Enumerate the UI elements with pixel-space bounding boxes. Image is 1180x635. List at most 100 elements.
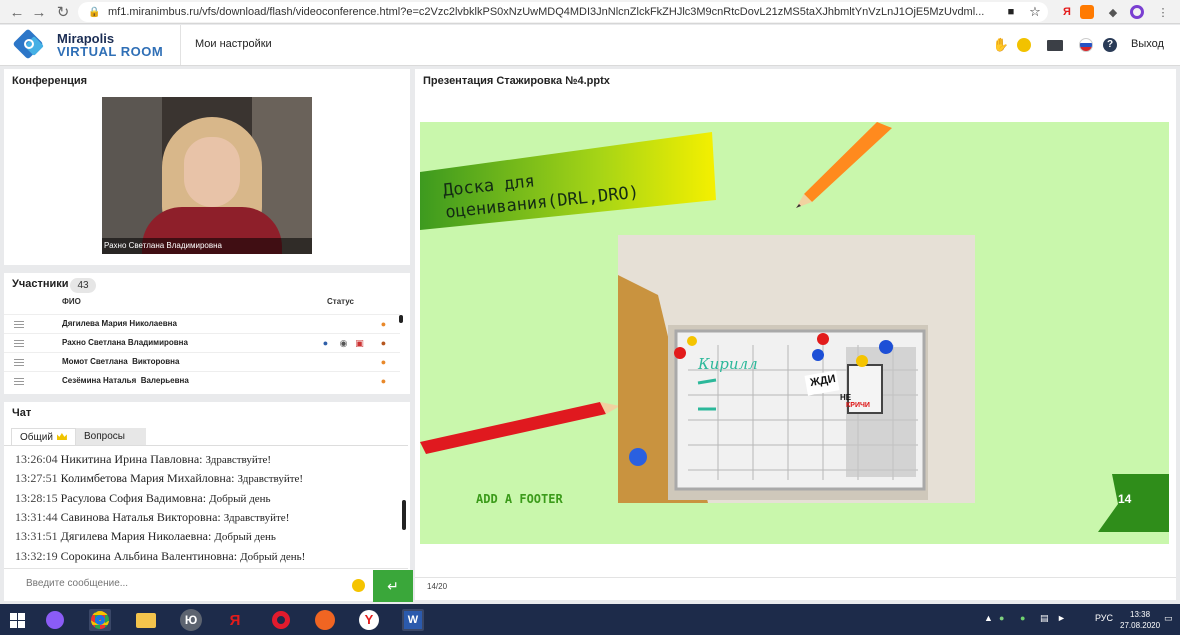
raise-hand-icon[interactable]: ✋ bbox=[992, 36, 1010, 54]
chat-message: 13:31:51 Дягилева Мария Николаевна: Добр… bbox=[15, 529, 276, 543]
chat-message: 13:31:44 Савинова Наталья Викторовна: Зд… bbox=[15, 510, 290, 524]
chat-message: 13:27:51 Колимбетова Мария Михайловна: З… bbox=[15, 471, 304, 485]
my-settings-link[interactable]: Мои настройки bbox=[195, 38, 272, 50]
tray-sync-icon[interactable]: ● bbox=[1020, 613, 1025, 623]
opera-icon[interactable] bbox=[270, 609, 292, 631]
exit-button[interactable]: Выход bbox=[1131, 38, 1164, 50]
pencil-orange-icon bbox=[796, 122, 892, 208]
drag-handle-icon[interactable] bbox=[14, 321, 24, 328]
participant-name: Момот Светлана Викторовна bbox=[62, 357, 180, 366]
participant-name: Рахно Светлана Владимировна bbox=[62, 338, 188, 347]
notifications-icon[interactable]: ▭ bbox=[1164, 613, 1173, 624]
tray-network-icon[interactable]: ▤ bbox=[1040, 613, 1049, 624]
emoji-picker-icon[interactable] bbox=[352, 579, 365, 592]
menu-icon[interactable]: ⋮ bbox=[1154, 3, 1172, 21]
crown-icon bbox=[56, 433, 67, 440]
tab-general-label: Общий bbox=[20, 432, 53, 443]
webcam-icon[interactable]: ◉ bbox=[338, 337, 349, 349]
clock-date: 27.08.2020 bbox=[1120, 621, 1161, 630]
chat-input-area: ↵ bbox=[4, 568, 413, 602]
column-header-name[interactable]: ФИО bbox=[62, 297, 81, 306]
participants-title: Участники bbox=[12, 278, 69, 290]
chrome-icon[interactable] bbox=[89, 609, 111, 631]
yandex-browser-icon[interactable]: Y bbox=[358, 609, 380, 631]
page-indicator: 14/20 bbox=[427, 582, 448, 591]
chat-panel: Чат Общий Вопросы 13:26:04 Никитина Ирин… bbox=[4, 402, 413, 602]
chat-title: Чат bbox=[12, 407, 32, 419]
presentation-title: Презентация Стажировка №4.pptx bbox=[423, 75, 610, 87]
column-header-status[interactable]: Статус bbox=[327, 297, 354, 306]
tray-app-icon[interactable]: ● bbox=[999, 613, 1004, 623]
star-icon[interactable]: ☆ bbox=[1026, 3, 1044, 21]
slide-number: 14 bbox=[1118, 492, 1132, 506]
participant-name: Сезёмина Наталья Валерьевна bbox=[62, 376, 189, 385]
tray-up-arrow-icon[interactable]: ▲ bbox=[984, 613, 993, 623]
word-icon[interactable]: W bbox=[402, 609, 424, 631]
chat-scrollbar[interactable] bbox=[402, 500, 406, 530]
participants-scrollbar[interactable] bbox=[399, 315, 403, 323]
send-button[interactable]: ↵ bbox=[373, 570, 413, 602]
presenter-avatar-icon: ● bbox=[380, 338, 387, 348]
user-avatar-icon: ● bbox=[380, 357, 387, 367]
mirapolis-logo: Mirapolis VIRTUAL ROOM bbox=[12, 28, 175, 61]
logo-subtitle: VIRTUAL ROOM bbox=[57, 44, 164, 59]
language-flag-icon[interactable] bbox=[1077, 36, 1095, 54]
video-feed[interactable]: Рахно Светлана Владимировна bbox=[102, 97, 312, 254]
profile-icon[interactable] bbox=[1128, 3, 1146, 21]
address-bar[interactable]: 🔒 mf1.miranimbus.ru/vfs/download/flash/v… bbox=[78, 2, 1048, 22]
taskbar-clock[interactable]: 13:38 27.08.2020 bbox=[1120, 609, 1160, 631]
yandex-extension-icon[interactable]: Я bbox=[1058, 3, 1076, 21]
send-icon: ↵ bbox=[387, 577, 399, 594]
forward-icon[interactable]: → bbox=[28, 1, 50, 23]
app-yu-icon[interactable]: Ю bbox=[180, 609, 202, 631]
alice-assistant-icon[interactable] bbox=[44, 609, 66, 631]
folder-icon[interactable] bbox=[1046, 36, 1064, 54]
chat-message: 13:28:15 Расулова София Вадимовна: Добры… bbox=[15, 491, 271, 505]
participant-row[interactable]: Момот Светлана Викторовна ● bbox=[4, 352, 400, 371]
user-avatar-icon: ● bbox=[380, 376, 387, 386]
screen-share-icon[interactable]: ▣ bbox=[354, 337, 365, 349]
conference-title: Конференция bbox=[12, 75, 88, 87]
orange-extension-icon[interactable] bbox=[1080, 5, 1094, 19]
pencil-red-icon bbox=[420, 402, 620, 454]
puzzle-icon[interactable]: ◆ bbox=[1104, 3, 1122, 21]
tab-questions[interactable]: Вопросы bbox=[76, 428, 146, 446]
help-icon[interactable]: ? bbox=[1101, 36, 1119, 54]
participant-row[interactable]: Сезёмина Наталья Валерьевна ● bbox=[4, 371, 400, 390]
address-url: mf1.miranimbus.ru/vfs/download/flash/vid… bbox=[108, 6, 985, 18]
drag-handle-icon[interactable] bbox=[14, 359, 24, 366]
whiteboard-photo-icon bbox=[618, 235, 975, 503]
drag-handle-icon[interactable] bbox=[14, 340, 24, 347]
chat-message: 13:32:19 Сорокина Альбина Валентиновна: … bbox=[15, 549, 306, 563]
tray-lang[interactable]: РУС bbox=[1095, 613, 1113, 623]
camera-icon[interactable]: ■ bbox=[1002, 3, 1020, 21]
reload-icon[interactable]: ↻ bbox=[52, 1, 74, 23]
file-explorer-icon[interactable] bbox=[135, 609, 157, 631]
photo-label-no: НЕ bbox=[840, 393, 852, 402]
photo-label-name: Кирилл bbox=[698, 355, 758, 373]
app-header: Mirapolis VIRTUAL ROOM Мои настройки ✋ ?… bbox=[0, 25, 1180, 66]
yandex-icon[interactable]: Я bbox=[224, 609, 246, 631]
slide-photo: Кирилл ЖДИ НЕ КРИЧИ bbox=[618, 235, 975, 503]
microphone-icon[interactable]: ● bbox=[320, 337, 331, 349]
slide-footer-text: ADD A FOOTER bbox=[476, 492, 563, 506]
participant-row[interactable]: Рахно Светлана Владимировна ● ◉ ▣ ● bbox=[4, 333, 400, 352]
media-player-icon[interactable] bbox=[314, 609, 336, 631]
user-avatar-icon: ● bbox=[380, 319, 387, 329]
windows-taskbar: Ю Я Y W ▲ ● ● ▤ ► РУС 13:38 27.08.2020 ▭ bbox=[0, 604, 1180, 635]
participant-row[interactable]: Дягилева Мария Николаевна ● bbox=[4, 314, 400, 333]
header-divider bbox=[180, 25, 181, 65]
tab-general[interactable]: Общий bbox=[11, 428, 76, 446]
participant-name: Дягилева Мария Николаевна bbox=[62, 319, 177, 328]
windows-start-icon[interactable] bbox=[6, 609, 28, 631]
chat-message-input[interactable] bbox=[26, 578, 326, 589]
browser-toolbar: ← → ↻ 🔒 mf1.miranimbus.ru/vfs/download/f… bbox=[0, 0, 1180, 24]
drag-handle-icon[interactable] bbox=[14, 378, 24, 385]
emoji-icon[interactable] bbox=[1015, 36, 1033, 54]
photo-label-no-shout: КРИЧИ bbox=[846, 402, 870, 409]
clock-time: 13:38 bbox=[1130, 610, 1151, 619]
back-icon[interactable]: ← bbox=[6, 1, 28, 23]
presentation-slide[interactable]: Доска для оценивания(DRL,DRO) Кирилл ЖДИ… bbox=[420, 122, 1169, 544]
tray-volume-icon[interactable]: ► bbox=[1057, 613, 1066, 623]
participants-count: 43 bbox=[70, 278, 96, 293]
